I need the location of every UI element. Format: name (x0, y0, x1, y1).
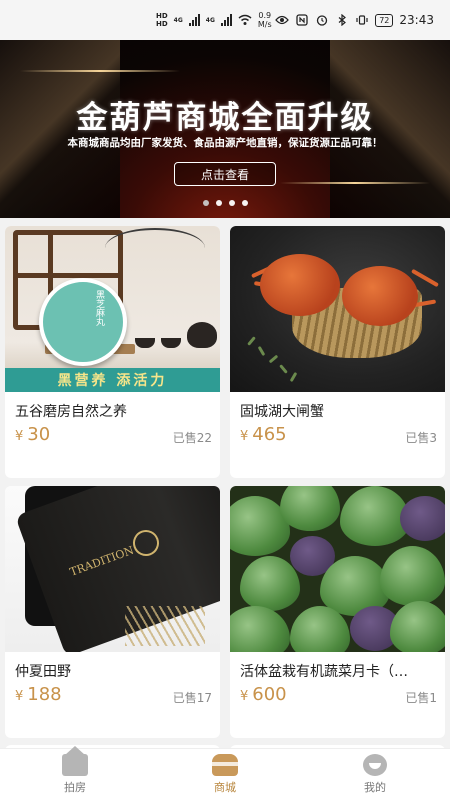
price-value: 465 (252, 424, 287, 445)
status-right: 72 23:43 (275, 13, 434, 27)
signal-icon-1 (188, 14, 200, 26)
network-label-1: 4G (173, 16, 183, 24)
tab-label: 拍房 (64, 781, 86, 794)
network-label-2: 4G (205, 16, 215, 24)
vibrate-icon (355, 13, 369, 27)
product-price: ¥188 (15, 684, 62, 705)
tab-mall[interactable]: 商城 (150, 749, 300, 800)
status-left: HD HD 4G 4G 0.9 M/s (156, 11, 272, 29)
product-name: 活体盆栽有机蔬菜月卡（… (240, 664, 408, 680)
product-name: 五谷磨房自然之养 (15, 404, 127, 420)
bottom-tab-bar: 拍房 商城 我的 (0, 746, 450, 800)
leaf (380, 546, 445, 606)
currency-symbol: ¥ (15, 429, 24, 444)
currency-symbol: ¥ (240, 689, 249, 704)
currency-symbol: ¥ (15, 689, 24, 704)
status-bar: HD HD 4G 4G 0.9 M/s 72 23:43 (0, 0, 450, 40)
product-name: 固城湖大闸蟹 (240, 404, 324, 420)
price-value: 600 (252, 684, 287, 705)
clock: 23:43 (399, 13, 434, 27)
carousel-dot[interactable] (215, 200, 222, 206)
network-speed: 0.9 M/s (258, 11, 272, 29)
product-card[interactable]: 黑芝麻丸 黑营养 添活力 五谷磨房自然之养 ¥30 已售22 (5, 226, 220, 478)
speed-value: 0.9 (258, 11, 272, 20)
jar-label: 黑芝麻丸 (94, 290, 104, 326)
leaf (390, 601, 445, 652)
product-card[interactable]: 活体盆栽有机蔬菜月卡（… ¥600 已售1 (230, 486, 445, 738)
currency-symbol: ¥ (240, 429, 249, 444)
carousel-dot[interactable] (228, 200, 235, 206)
wheat-decoration (125, 606, 205, 646)
product-price: ¥465 (240, 424, 287, 445)
profile-icon (363, 754, 387, 776)
leaf (280, 486, 340, 531)
carousel-dot[interactable] (241, 200, 248, 206)
product-card[interactable]: TRADITION 仲夏田野 ¥188 已售17 (5, 486, 220, 738)
sold-count: 已售1 (405, 691, 437, 705)
crab (342, 266, 418, 326)
signal-icon-2 (220, 14, 232, 26)
hd-bottom-label: HD (156, 20, 168, 28)
alarm-icon (315, 13, 329, 27)
tab-auction-house[interactable]: 拍房 (0, 746, 150, 800)
product-price: ¥30 (15, 424, 50, 445)
carousel-dot[interactable] (202, 200, 209, 206)
bluetooth-icon (335, 13, 349, 27)
nfc-icon (295, 13, 309, 27)
herb-decoration (230, 326, 320, 386)
battery-indicator: 72 (375, 13, 394, 27)
banner-light-streak (20, 70, 180, 72)
teapot-decoration (187, 322, 217, 348)
speed-unit: M/s (257, 20, 272, 29)
tab-label: 我的 (364, 781, 386, 794)
leaf (400, 496, 445, 541)
tab-profile[interactable]: 我的 (300, 749, 450, 800)
image-slogan: 黑营养 添活力 (5, 368, 220, 392)
eye-icon (275, 13, 290, 27)
sold-count: 已售22 (172, 431, 212, 445)
wifi-icon (238, 13, 252, 27)
product-name: 仲夏田野 (15, 664, 71, 680)
house-icon (62, 746, 88, 776)
price-value: 30 (27, 424, 51, 445)
product-image[interactable] (230, 226, 445, 392)
hd-top-label: HD (156, 12, 168, 20)
hd-indicator: HD HD (156, 12, 168, 28)
sold-count: 已售17 (172, 691, 212, 705)
leaf (230, 606, 290, 652)
banner-view-button[interactable]: 点击查看 (174, 162, 276, 186)
branch-decoration (105, 228, 205, 268)
leaf (240, 556, 300, 611)
product-image[interactable] (230, 486, 445, 652)
price-value: 188 (27, 684, 62, 705)
carousel-indicator (0, 200, 450, 206)
banner-subtitle: 本商城商品均由厂家发货、食品由源产地直销，保证货源正品可靠！ (67, 137, 383, 149)
tea-cup-decoration (135, 338, 155, 348)
shop-icon (212, 754, 238, 776)
tab-label: 商城 (214, 781, 236, 794)
product-price: ¥600 (240, 684, 287, 705)
product-image[interactable]: 黑芝麻丸 黑营养 添活力 (5, 226, 220, 392)
product-card[interactable]: 固城湖大闸蟹 ¥465 已售3 (230, 226, 445, 478)
crab (260, 254, 340, 316)
banner-light-streak (280, 182, 430, 184)
promo-banner[interactable]: 金葫芦商城全面升级 本商城商品均由厂家发货、食品由源产地直销，保证货源正品可靠！… (0, 40, 450, 218)
product-image[interactable]: TRADITION (5, 486, 220, 652)
product-jar (39, 278, 127, 366)
banner-title: 金葫芦商城全面升级 (76, 100, 374, 136)
tea-cup-decoration (161, 338, 181, 348)
sold-count: 已售3 (405, 431, 437, 445)
